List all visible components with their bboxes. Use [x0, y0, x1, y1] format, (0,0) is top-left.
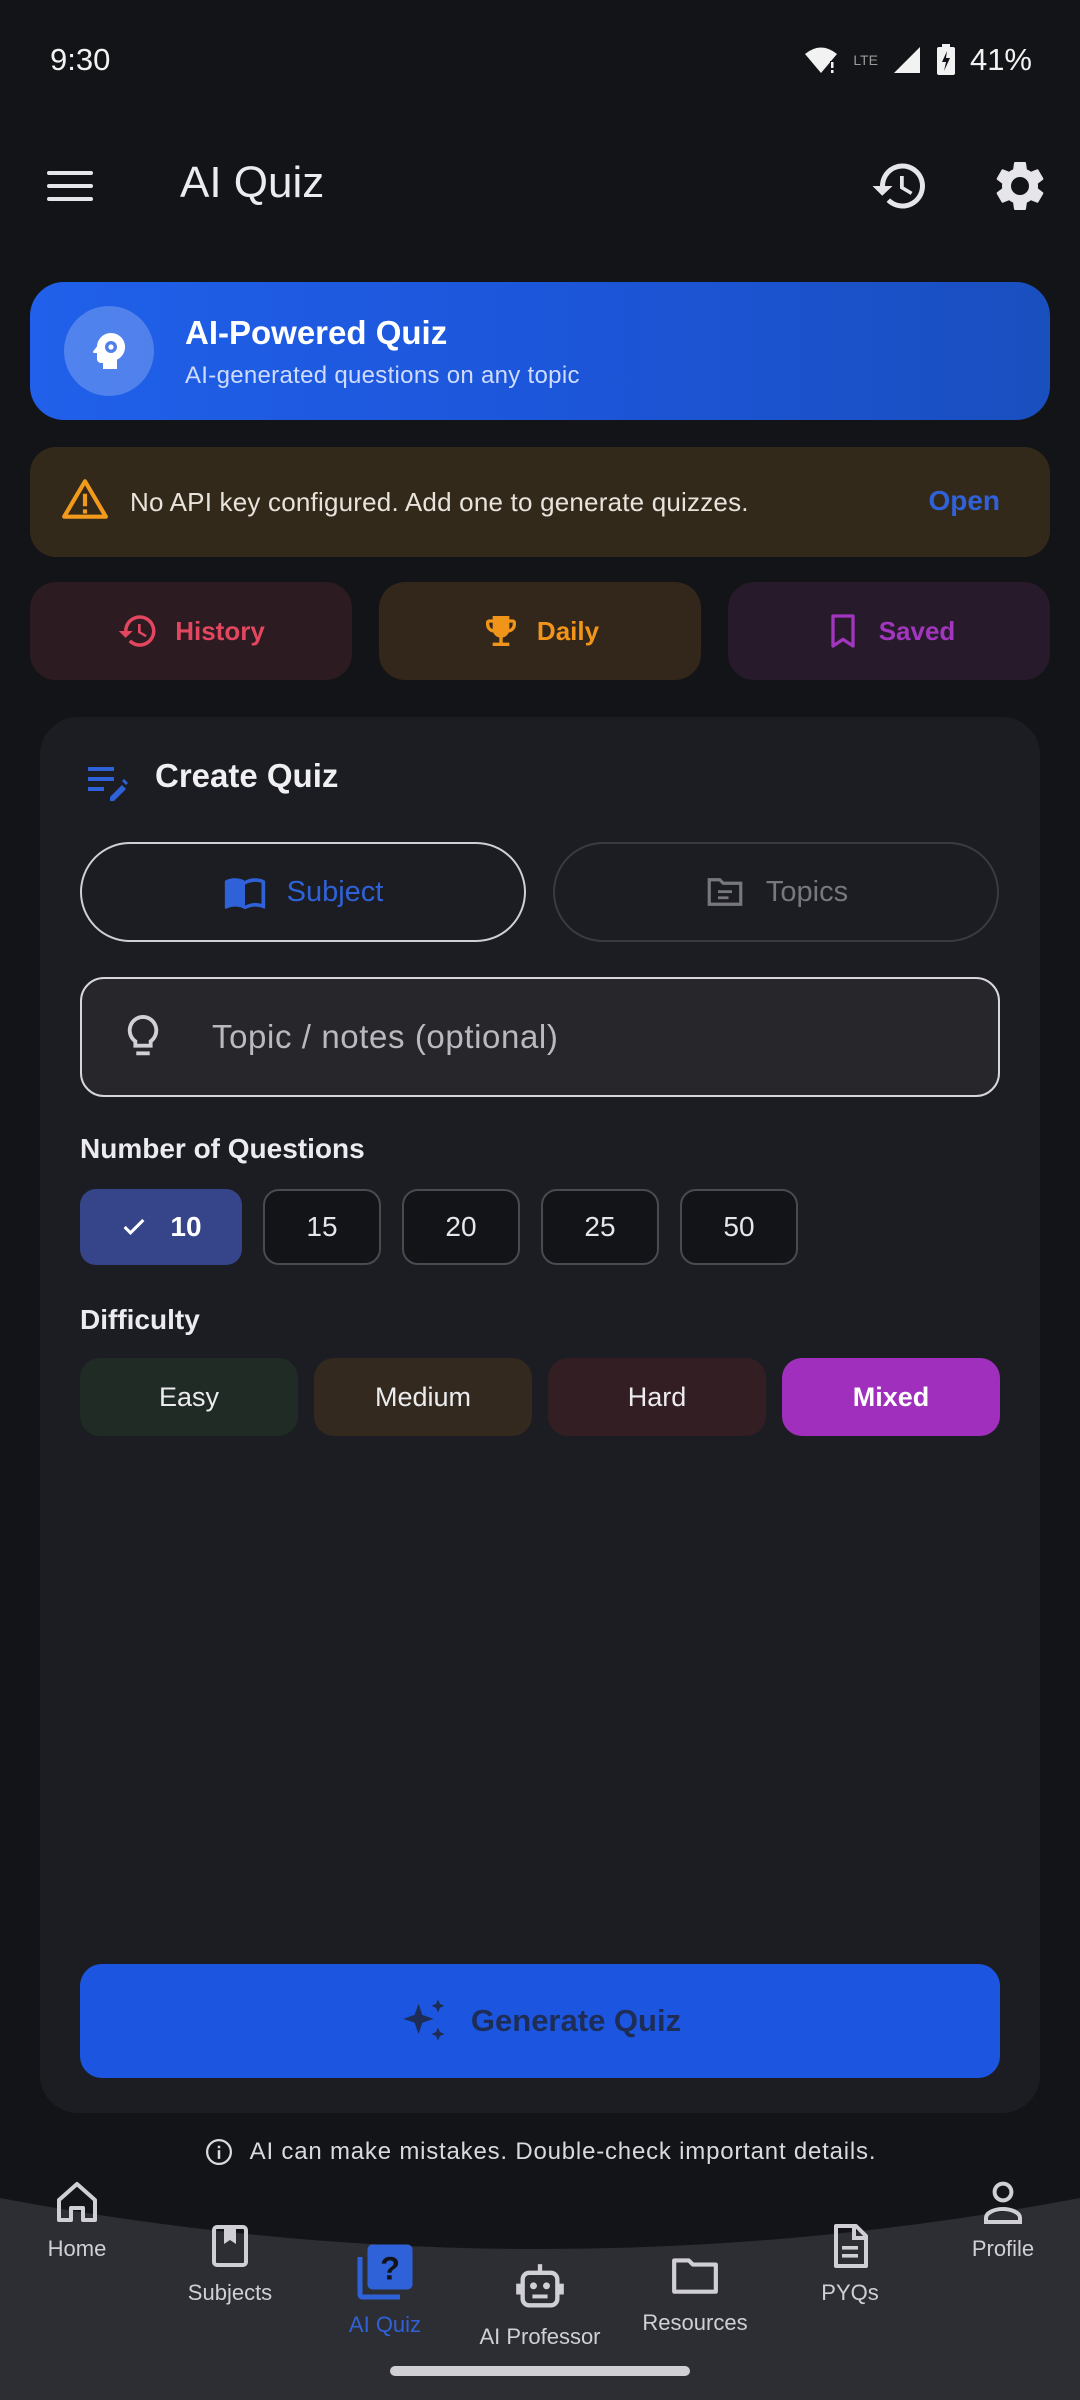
menu-button[interactable]: [40, 156, 100, 216]
person-icon: [984, 2181, 1022, 2224]
battery-level: 41%: [969, 42, 1032, 77]
info-icon: [205, 2139, 232, 2165]
create-quiz-card: Create Quiz Subject Topics Number of Que…: [40, 717, 1040, 2113]
nav-ai-professor[interactable]: AI Professor: [465, 2262, 615, 2350]
daily-chip-label: Daily: [536, 615, 600, 646]
page-title: AI Quiz: [180, 158, 325, 207]
status-icons: LTE 41%: [803, 42, 1032, 78]
lte-icon: LTE: [853, 52, 878, 68]
check-icon: [124, 1218, 145, 1235]
saved-chip[interactable]: Saved: [728, 582, 1050, 680]
count-chip-label: 50: [723, 1211, 755, 1242]
trophy-icon: [485, 616, 516, 646]
battery-icon: [936, 44, 956, 76]
generate-quiz-label: Generate Quiz: [470, 2003, 682, 2038]
history-icon: [118, 615, 156, 647]
number-of-questions-label: Number of Questions: [80, 1133, 365, 1164]
ai-disclaimer: AI can make mistakes. Double-check impor…: [0, 2137, 1080, 2167]
topic-notes-input[interactable]: [212, 999, 972, 1075]
open-settings-link[interactable]: Open: [928, 485, 1000, 517]
count-chip-15[interactable]: 15: [263, 1189, 381, 1265]
robot-icon: [516, 2264, 564, 2308]
saved-chip-label: Saved: [878, 615, 956, 646]
hero-subtitle: AI-generated questions on any topic: [185, 362, 580, 389]
count-chip-label: 10: [170, 1211, 202, 1242]
history-icon: [872, 163, 925, 209]
folder-list-icon: [707, 878, 743, 906]
api-key-warning: No API key configured. Add one to genera…: [30, 447, 1050, 557]
hero-title: AI-Powered Quiz: [185, 314, 448, 351]
nav-label: Profile: [971, 2236, 1035, 2261]
nav-home[interactable]: Home: [22, 2178, 132, 2262]
count-chip-label: 20: [445, 1211, 477, 1242]
status-time: 9:30: [50, 42, 111, 77]
difficulty-easy[interactable]: Easy: [80, 1358, 298, 1436]
nav-pyqs[interactable]: PYQs: [790, 2222, 910, 2306]
ai-powered-banner: AI-Powered Quiz AI-generated questions o…: [30, 282, 1050, 420]
edit-list-icon: [88, 767, 128, 801]
book-icon: [212, 2225, 248, 2267]
warning-text: No API key configured. Add one to genera…: [130, 487, 749, 517]
signal-icon: [892, 45, 922, 75]
svg-text:?: ?: [380, 2251, 400, 2287]
topics-mode-label: Topics: [765, 875, 849, 908]
count-chip-label: 25: [584, 1211, 616, 1242]
count-chip-50[interactable]: 50: [680, 1189, 798, 1265]
history-button[interactable]: [870, 156, 930, 216]
nav-ai-quiz[interactable]: ? AI Quiz: [325, 2242, 445, 2338]
document-icon: [834, 2224, 868, 2268]
difficulty-hard[interactable]: Hard: [548, 1358, 766, 1436]
topic-notes-field[interactable]: [80, 977, 1000, 1097]
wifi-icon: [803, 45, 839, 75]
book-open-icon: [224, 878, 265, 910]
nav-subjects[interactable]: Subjects: [170, 2222, 290, 2306]
gear-icon: [996, 161, 1044, 210]
subject-mode-button[interactable]: Subject: [80, 842, 526, 942]
count-chip-25[interactable]: 25: [541, 1189, 659, 1265]
home-gesture-bar[interactable]: [390, 2366, 690, 2376]
settings-button[interactable]: [990, 156, 1050, 216]
bookmark-icon: [831, 614, 855, 648]
difficulty-options: Easy Medium Hard Mixed: [80, 1358, 1000, 1436]
menu-icon: [47, 171, 93, 201]
nav-label: Resources: [642, 2310, 748, 2335]
create-quiz-title: Create Quiz: [155, 757, 339, 794]
lightbulb-icon: [127, 1014, 159, 1056]
difficulty-medium[interactable]: Medium: [314, 1358, 532, 1436]
home-icon: [57, 2182, 97, 2222]
nav-label: Subjects: [187, 2280, 273, 2305]
difficulty-mixed[interactable]: Mixed: [782, 1358, 1000, 1436]
history-chip-label: History: [175, 615, 265, 646]
folder-icon: [672, 2258, 718, 2294]
nav-resources[interactable]: Resources: [630, 2250, 760, 2336]
question-count-options: 10 15 20 25 50: [80, 1189, 798, 1265]
warning-icon: [62, 479, 108, 519]
nav-profile[interactable]: Profile: [948, 2178, 1058, 2262]
nav-label: AI Professor: [479, 2324, 601, 2349]
history-chip[interactable]: History: [30, 582, 352, 680]
nav-label: Home: [47, 2236, 107, 2261]
sparkle-icon: [403, 1999, 445, 2041]
count-chip-10[interactable]: 10: [80, 1189, 242, 1265]
status-bar: 9:30 LTE 41%: [0, 0, 1080, 120]
count-chip-20[interactable]: 20: [402, 1189, 520, 1265]
daily-chip[interactable]: Daily: [379, 582, 701, 680]
generate-quiz-button[interactable]: Generate Quiz: [80, 1964, 1000, 2078]
nav-label: AI Quiz: [348, 2312, 422, 2337]
disclaimer-text: AI can make mistakes. Double-check impor…: [249, 2138, 877, 2165]
brain-gear-icon: [64, 306, 154, 396]
quiz-icon: ?: [357, 2244, 413, 2300]
difficulty-label: Difficulty: [80, 1304, 200, 1335]
count-chip-label: 15: [306, 1211, 338, 1242]
topics-mode-button[interactable]: Topics: [553, 842, 999, 942]
subject-mode-label: Subject: [286, 875, 384, 908]
nav-label: PYQs: [821, 2280, 879, 2305]
